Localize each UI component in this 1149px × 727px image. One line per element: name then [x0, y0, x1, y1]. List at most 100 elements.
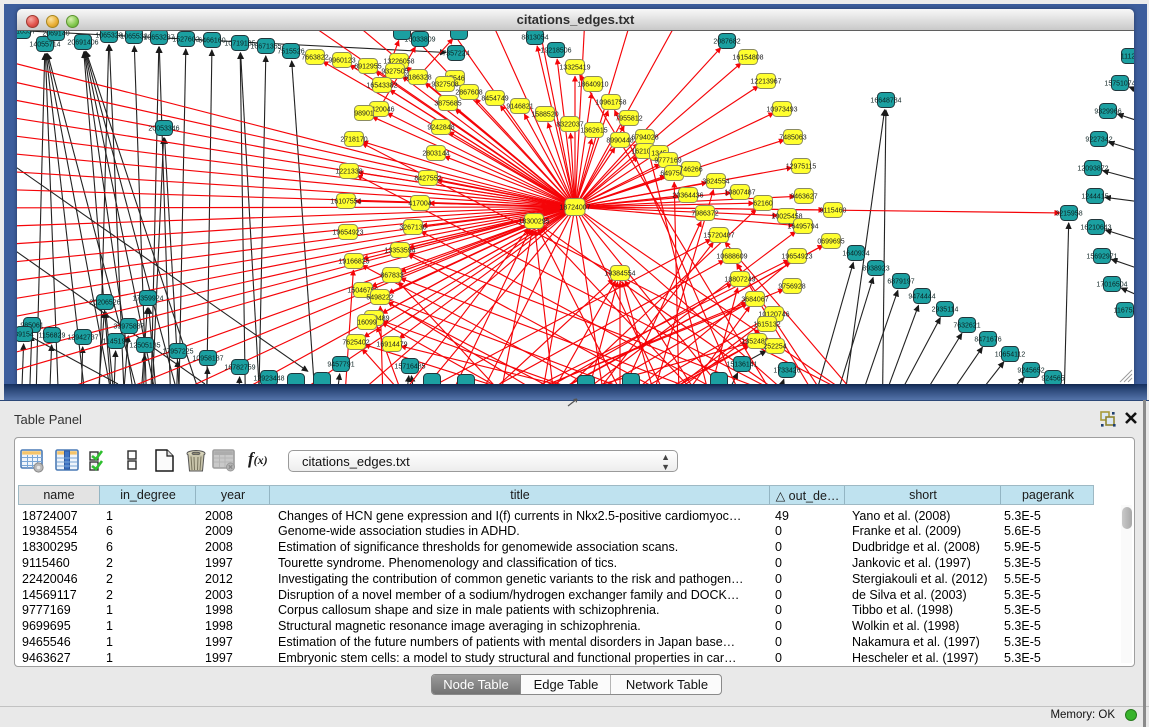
- svg-text:0699695: 0699695: [817, 238, 844, 245]
- svg-text:16210643: 16210643: [1080, 224, 1111, 231]
- svg-text:8427552: 8427552: [414, 175, 441, 182]
- svg-text:15751074: 15751074: [1104, 80, 1134, 87]
- svg-text:18724007: 18724007: [559, 205, 590, 212]
- svg-text:5498222: 5498222: [366, 294, 393, 301]
- svg-text:8912955: 8912955: [354, 63, 381, 70]
- svg-text:7663822: 7663822: [301, 54, 328, 61]
- svg-text:8186328: 8186328: [404, 74, 431, 81]
- svg-text:1733426: 1733426: [773, 367, 800, 374]
- svg-text:18640910: 18640910: [577, 81, 608, 88]
- svg-text:1527602: 1527602: [172, 36, 199, 43]
- svg-text:9329966: 9329966: [1094, 108, 1121, 115]
- svg-text:3875685: 3875685: [434, 100, 461, 107]
- svg-text:7986372: 7986372: [691, 210, 718, 217]
- svg-text:12923448: 12923448: [253, 375, 284, 382]
- svg-text:1710557: 1710557: [17, 31, 36, 35]
- svg-text:7485063: 7485063: [779, 134, 806, 141]
- svg-text:39975887: 39975887: [113, 323, 144, 330]
- svg-text:417004: 417004: [408, 200, 431, 207]
- svg-text:1145194: 1145194: [103, 338, 130, 345]
- svg-text:1244415: 1244415: [1081, 193, 1108, 200]
- svg-text:8938923: 8938923: [862, 265, 889, 272]
- svg-text:16107554: 16107554: [330, 198, 361, 205]
- svg-text:19384554: 19384554: [604, 270, 635, 277]
- svg-text:6466160: 6466160: [198, 37, 225, 44]
- svg-text:2803144: 2803144: [422, 150, 449, 157]
- svg-text:16648784: 16648784: [870, 97, 901, 104]
- svg-text:19654923: 19654923: [332, 229, 363, 236]
- svg-text:10807487: 10807487: [724, 189, 755, 196]
- svg-text:9457791: 9457791: [327, 361, 354, 368]
- svg-text:20691406: 20691406: [67, 39, 98, 46]
- svg-text:1156829: 1156829: [39, 332, 66, 339]
- svg-text:7632621: 7632621: [953, 322, 980, 329]
- svg-text:8813054: 8813054: [521, 34, 548, 41]
- svg-text:12213967: 12213967: [750, 78, 781, 85]
- svg-text:98901: 98901: [354, 110, 374, 117]
- svg-text:116753: 116753: [1114, 307, 1134, 314]
- svg-text:9245652: 9245652: [1017, 367, 1044, 374]
- svg-text:9960123: 9960123: [328, 57, 355, 64]
- svg-text:10654112: 10654112: [995, 351, 1026, 358]
- svg-text:20206526: 20206526: [89, 299, 120, 306]
- svg-text:3215958: 3215958: [1055, 210, 1082, 217]
- svg-text:16782759: 16782759: [224, 364, 255, 371]
- svg-text:2935114: 2935114: [932, 306, 959, 313]
- svg-text:924565: 924565: [1041, 375, 1064, 382]
- svg-text:8454749: 8454749: [481, 95, 508, 102]
- svg-text:3684067: 3684067: [741, 296, 768, 303]
- svg-text:12942737: 12942737: [67, 334, 98, 341]
- svg-text:17359924: 17359924: [132, 295, 163, 302]
- svg-text:1362615: 1362615: [580, 127, 607, 134]
- svg-text:2867608: 2867608: [455, 89, 482, 96]
- svg-text:6794028: 6794028: [631, 134, 658, 141]
- svg-text:16495794: 16495794: [787, 223, 818, 230]
- svg-text:19218506: 19218506: [540, 47, 571, 54]
- svg-text:10961758: 10961758: [595, 99, 626, 106]
- svg-text:8471676: 8471676: [974, 336, 1001, 343]
- svg-text:16543382: 16543382: [366, 82, 397, 89]
- svg-text:19166825: 19166825: [338, 258, 369, 265]
- svg-text:10653287: 10653287: [143, 34, 174, 41]
- svg-text:252254: 252254: [763, 343, 786, 350]
- svg-text:13325419: 13325419: [559, 64, 590, 71]
- svg-text:15720407: 15720407: [703, 232, 734, 239]
- svg-text:15136141: 15136141: [726, 361, 757, 368]
- svg-text:10958187: 10958187: [192, 355, 223, 362]
- svg-text:12975115: 12975115: [786, 163, 817, 170]
- svg-text:17957225: 17957225: [162, 348, 193, 355]
- svg-text:9242848: 9242848: [427, 124, 454, 131]
- svg-text:9474444: 9474444: [908, 293, 935, 300]
- svg-text:3824554: 3824554: [702, 178, 729, 185]
- svg-text:9115460: 9115460: [820, 207, 847, 214]
- svg-text:12505135: 12505135: [129, 342, 160, 349]
- svg-text:9227342: 9227342: [1085, 136, 1112, 143]
- svg-text:10688609: 10688609: [716, 253, 747, 260]
- svg-text:39154: 39154: [17, 331, 34, 338]
- svg-text:6879197: 6879197: [887, 278, 914, 285]
- svg-text:9777169: 9777169: [654, 157, 681, 164]
- svg-text:867833: 867833: [380, 272, 403, 279]
- svg-text:1640934: 1640934: [842, 250, 869, 257]
- svg-text:1588520: 1588520: [531, 111, 558, 118]
- svg-text:15716485: 15716485: [394, 363, 425, 370]
- svg-text:9146821: 9146821: [506, 103, 533, 110]
- svg-text:62160: 62160: [753, 200, 773, 207]
- svg-text:16099: 16099: [357, 319, 377, 326]
- svg-text:7625402: 7625402: [342, 339, 369, 346]
- svg-text:17016504: 17016504: [1096, 281, 1127, 288]
- svg-text:12093872: 12093872: [1077, 165, 1108, 172]
- svg-text:15692971: 15692971: [1086, 253, 1117, 260]
- svg-text:20364436: 20364436: [672, 192, 703, 199]
- svg-text:3267130: 3267130: [399, 224, 426, 231]
- svg-text:18807249: 18807249: [724, 276, 755, 283]
- svg-text:10973493: 10973493: [766, 106, 797, 113]
- svg-text:14055714: 14055714: [29, 41, 60, 48]
- svg-text:13353594: 13353594: [384, 247, 415, 254]
- svg-text:9463627: 9463627: [790, 193, 817, 200]
- svg-text:9327508: 9327508: [431, 81, 458, 88]
- svg-text:20053346: 20053346: [148, 125, 179, 132]
- svg-text:1221338: 1221338: [335, 168, 362, 175]
- svg-text:1065328: 1065328: [95, 32, 122, 39]
- svg-text:16914479: 16914479: [376, 341, 407, 348]
